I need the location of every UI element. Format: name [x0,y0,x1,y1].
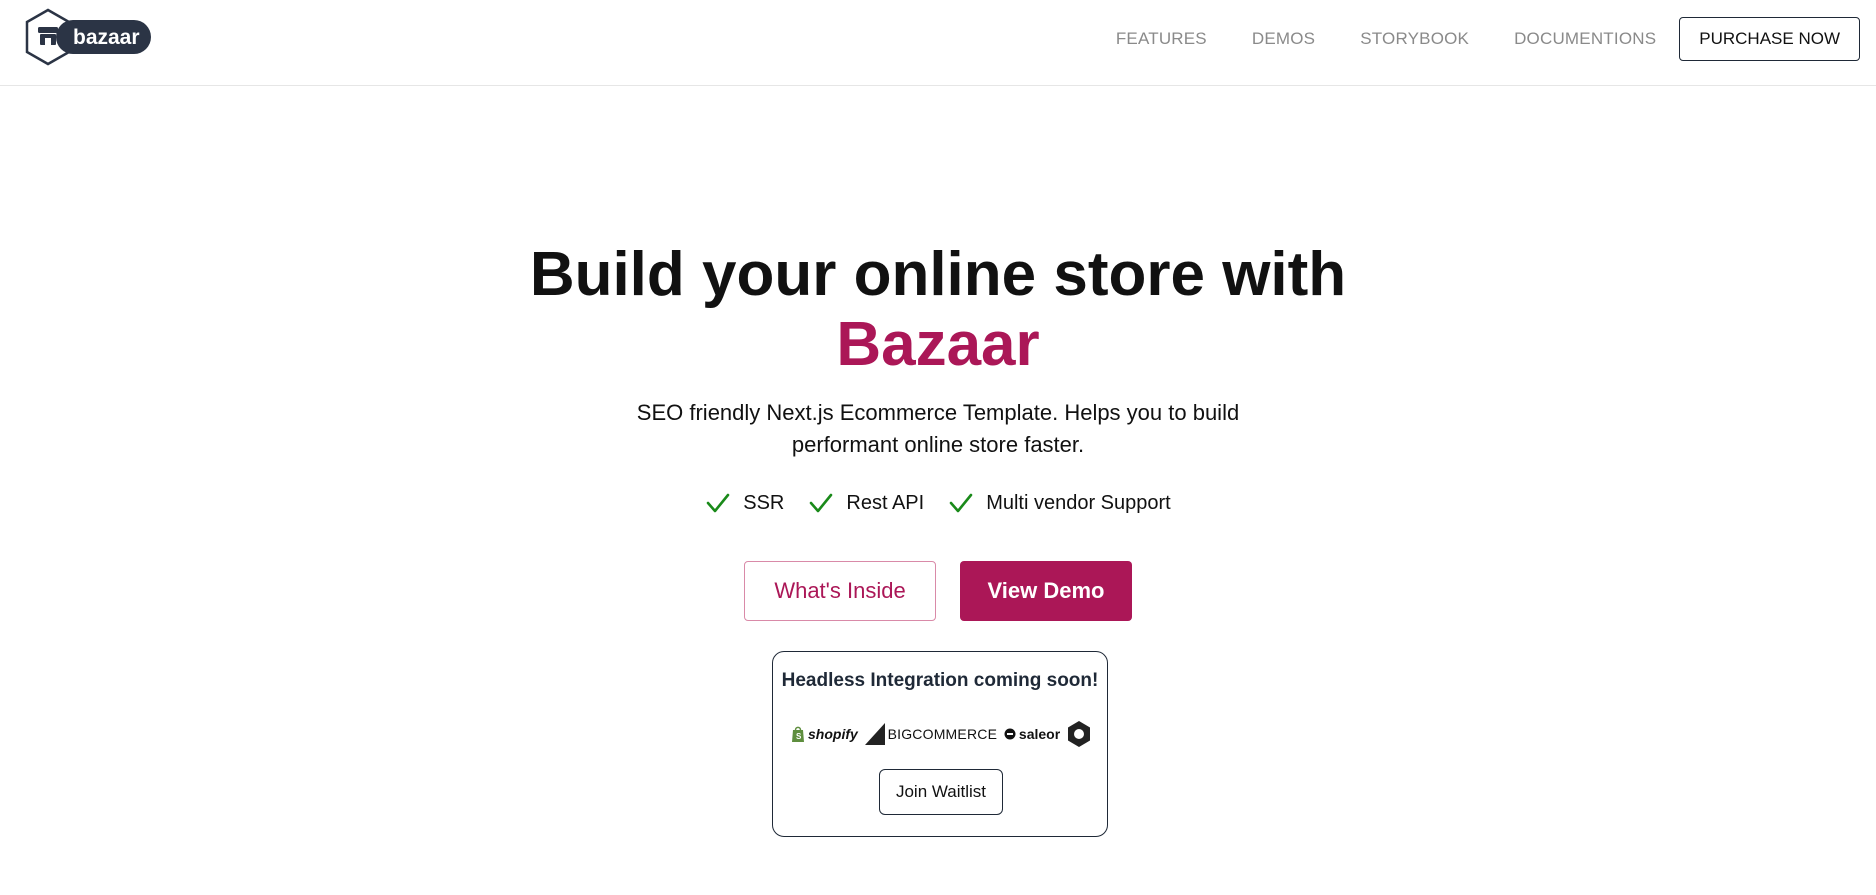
feature-list: SSR Rest API Multi vendor Support [0,490,1876,516]
feature-item-rest-api: Rest API [808,490,924,516]
cta-buttons: What's Inside View Demo [0,561,1876,621]
hero-subtitle: SEO friendly Next.js Ecommerce Template.… [0,397,1876,461]
purchase-now-button[interactable]: PURCHASE NOW [1679,17,1860,61]
check-icon [706,493,730,513]
card-title: Headless Integration coming soon! [781,670,1099,691]
hexagon-brand-logo [1067,720,1091,748]
view-demo-button[interactable]: View Demo [960,561,1132,621]
feature-label: Multi vendor Support [986,491,1171,514]
hero-subtitle-line2: performant online store faster. [791,432,1085,457]
whats-inside-button[interactable]: What's Inside [744,561,936,621]
saleor-label: saleor [1018,726,1061,742]
svg-text:S: S [796,732,802,741]
main-nav: FEATURES DEMOS STORYBOOK DOCUMENTIONS PU… [1116,17,1860,61]
logo-text: bazaar [73,26,140,49]
hexagon-logo-icon [1067,721,1090,747]
shopify-logo: S shopify [791,725,858,743]
nav-features[interactable]: FEATURES [1116,29,1207,49]
feature-item-multi-vendor: Multi vendor Support [948,490,1171,516]
feature-label: SSR [743,491,785,514]
nav-storybook[interactable]: STORYBOOK [1360,29,1469,49]
hero-title: Build your online store with [529,240,1347,309]
feature-item-ssr: SSR [705,490,784,516]
saleor-circle-icon [1004,728,1016,740]
check-icon [949,493,973,513]
brand-logos: S shopify BIGCOMMERCE saleor [791,718,1091,750]
hero-subtitle-line1: SEO friendly Next.js Ecommerce Template.… [636,400,1240,425]
bigcommerce-logo: BIGCOMMERCE [864,723,998,745]
shopify-label: shopify [808,726,858,742]
feature-label: Rest API [846,491,925,514]
nav-documentions[interactable]: DOCUMENTIONS [1514,29,1656,49]
check-icon [810,493,833,513]
bigcommerce-triangle-icon [864,723,885,745]
shopify-bag-icon: S [792,726,804,742]
storefront-icon [38,27,58,45]
bazaar-logo[interactable]: bazaar [24,8,154,70]
saleor-logo: saleor [1004,726,1060,742]
join-waitlist-button[interactable]: Join Waitlist [879,769,1003,815]
headless-integration-card: Headless Integration coming soon! S shop… [772,651,1108,837]
nav-demos[interactable]: DEMOS [1252,29,1315,49]
site-header: bazaar FEATURES DEMOS STORYBOOK DOCUMENT… [0,0,1876,86]
hero-title-brand: Bazaar [836,310,1040,379]
bigcommerce-label: BIGCOMMERCE [887,726,998,742]
